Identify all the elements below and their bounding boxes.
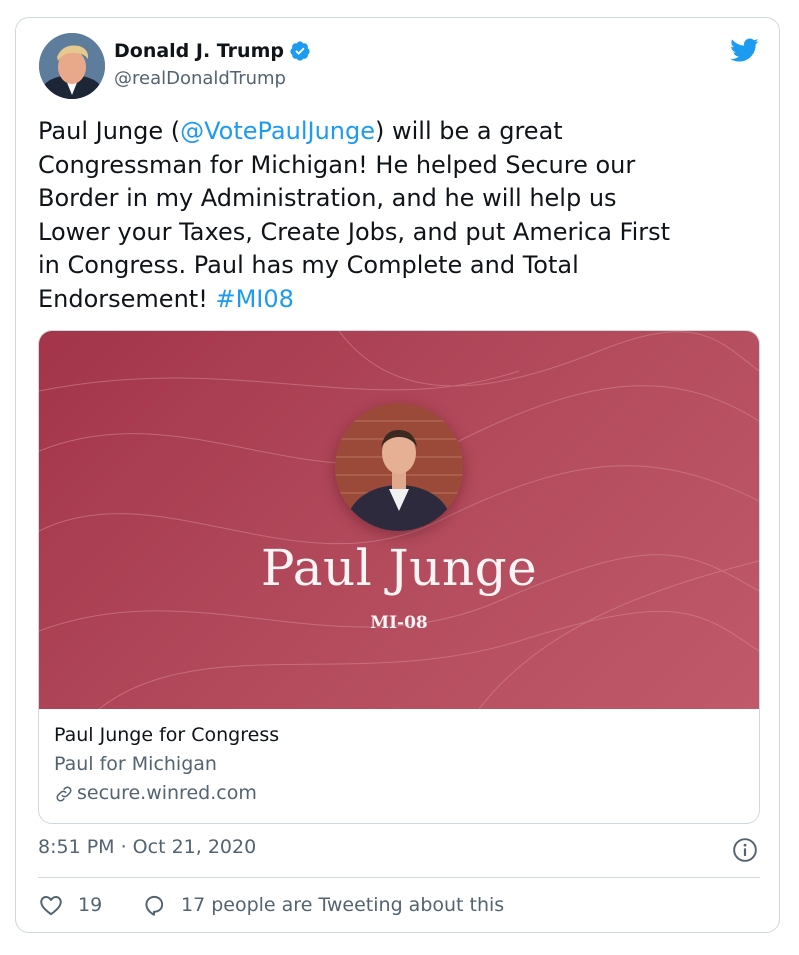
tweeting-about-link[interactable]: 17 people are Tweeting about this	[141, 892, 504, 918]
preview-domain-text: secure.winred.com	[77, 782, 257, 804]
preview-domain[interactable]: secure.winred.com	[54, 779, 279, 808]
preview-description: Paul for Michigan	[54, 753, 217, 775]
author-handle[interactable]: @realDonaldTrump	[114, 68, 286, 89]
tweeting-about-text: 17 people are Tweeting about this	[181, 894, 505, 916]
candidate-photo	[335, 403, 463, 531]
like-count: 19	[78, 894, 103, 916]
banner-district: MI-08	[370, 613, 428, 633]
mention-link[interactable]: @VotePaulJunge	[180, 117, 375, 145]
author-name[interactable]: Donald J. Trump	[114, 40, 284, 62]
tweet-timestamp[interactable]: 8:51 PM · Oct 21, 2020	[38, 836, 256, 858]
hashtag-link[interactable]: #MI08	[215, 285, 293, 313]
preview-title[interactable]: Paul Junge for Congress	[54, 721, 279, 750]
like-button[interactable]: 19	[38, 892, 102, 918]
info-icon[interactable]	[732, 837, 758, 863]
preview-banner-image: Paul Junge MI-08	[39, 331, 759, 709]
author-avatar[interactable]	[39, 33, 105, 99]
reply-bubble-icon	[145, 895, 164, 916]
tweet-card: Donald J. Trump @realDonaldTrump Paul Ju…	[15, 17, 780, 933]
verified-badge-icon	[290, 41, 310, 61]
twitter-bird-icon[interactable]	[727, 35, 761, 65]
divider	[38, 877, 760, 878]
banner-candidate-name: Paul Junge	[260, 539, 538, 597]
tweet-text-part: Paul Junge (	[38, 117, 181, 145]
heart-icon	[40, 896, 62, 916]
tweet-text: Paul Junge (@VotePaulJunge) will be a gr…	[38, 115, 758, 317]
link-preview-card[interactable]: Paul Junge MI-08 Paul Junge for Congress…	[38, 330, 760, 824]
link-icon	[56, 785, 72, 802]
tweet-text-part: ) will be a great Congressman for Michig…	[38, 117, 671, 313]
